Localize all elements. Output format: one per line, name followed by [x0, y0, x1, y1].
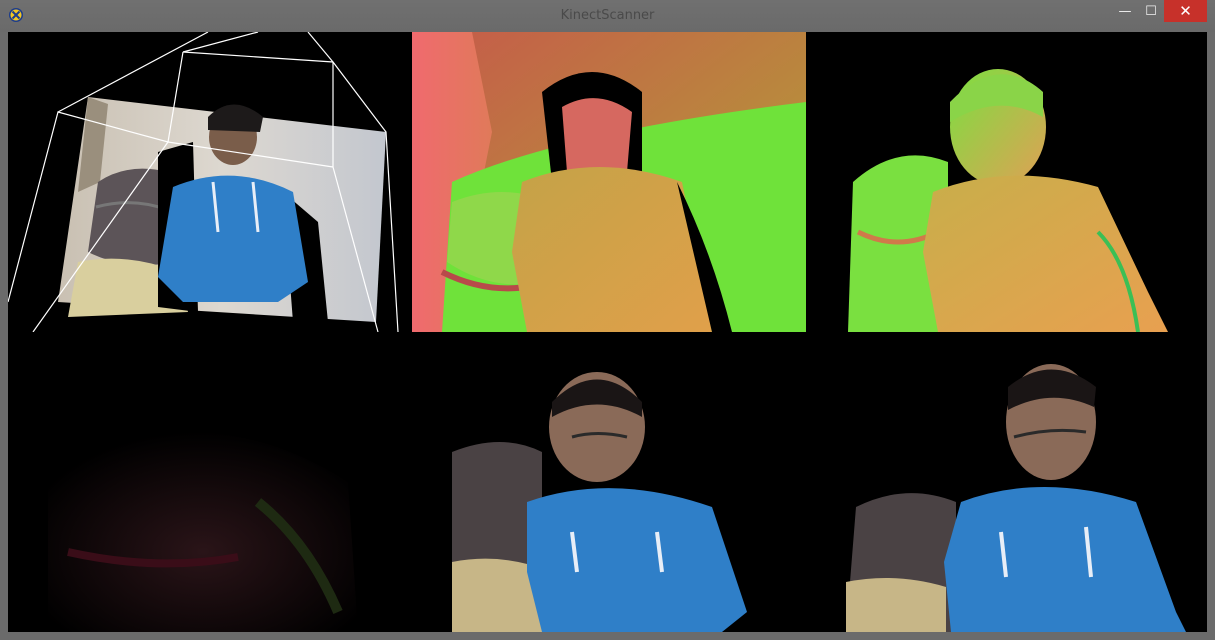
title-bar[interactable]: KinectScanner — ☐ ✕ [0, 0, 1215, 32]
close-button[interactable]: ✕ [1164, 0, 1207, 22]
scanner-viewport[interactable] [8, 32, 1207, 632]
maximize-button[interactable]: ☐ [1138, 0, 1164, 22]
window-title: KinectScanner [560, 8, 655, 23]
close-icon: ✕ [1179, 2, 1192, 20]
minimize-button[interactable]: — [1112, 0, 1138, 22]
textured-model-view[interactable] [412, 332, 816, 632]
dark-color-view[interactable] [8, 332, 412, 632]
textured-model-side-view[interactable] [816, 332, 1207, 632]
maximize-icon: ☐ [1145, 3, 1157, 19]
model-normal-view[interactable] [838, 32, 1178, 332]
minimize-icon: — [1118, 3, 1132, 19]
camera-frustum-view[interactable] [8, 32, 408, 332]
kinect-scanner-window: KinectScanner — ☐ ✕ [0, 0, 1215, 640]
depth-normal-view[interactable] [412, 32, 806, 332]
